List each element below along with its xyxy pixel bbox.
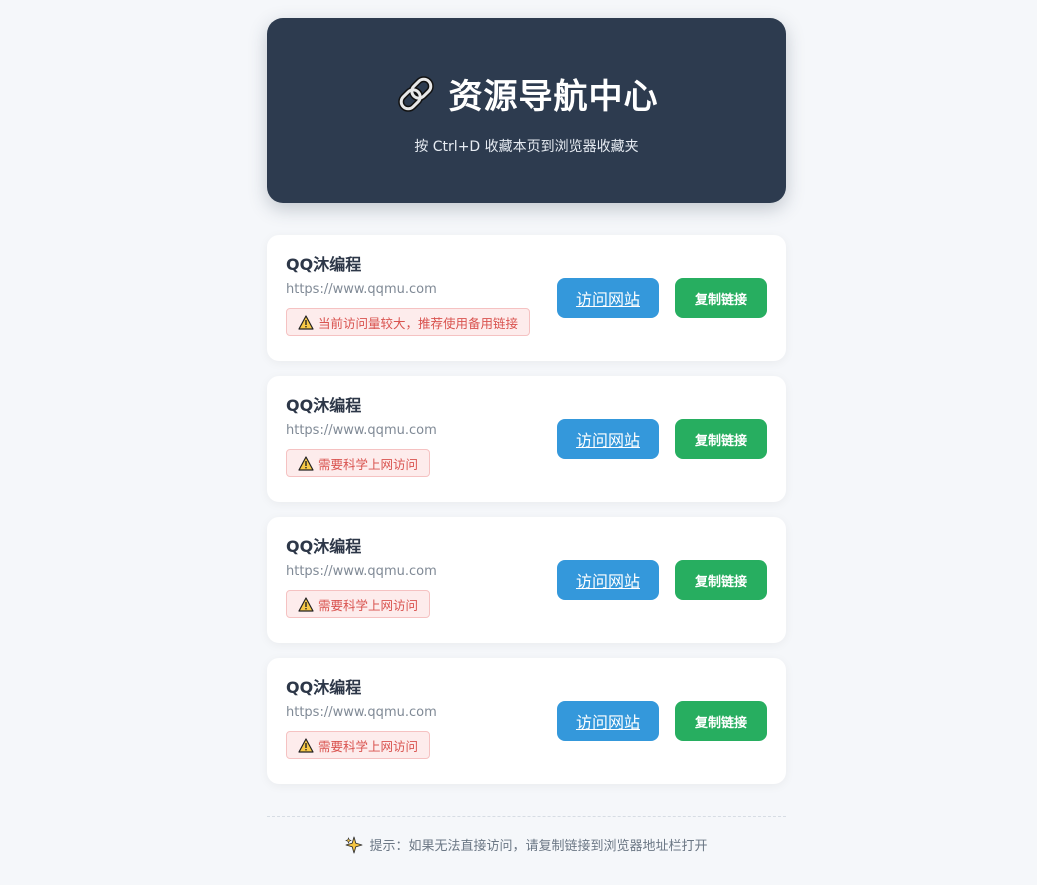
copy-link-button[interactable]: 复制链接 [675, 419, 767, 459]
copy-link-button[interactable]: 复制链接 [675, 278, 767, 318]
visit-website-button[interactable]: 访问网站 [557, 701, 659, 741]
visit-website-button[interactable]: 访问网站 [557, 419, 659, 459]
warning-icon [298, 737, 314, 753]
copy-link-button[interactable]: 复制链接 [675, 701, 767, 741]
warning-icon [298, 596, 314, 612]
warning-badge: 需要科学上网访问 [286, 590, 431, 618]
warning-icon [298, 455, 314, 471]
card-title: QQ沐编程 [286, 255, 362, 274]
page-subtitle: 按 Ctrl+D 收藏本页到浏览器收藏夹 [414, 139, 639, 155]
link-card: QQ沐编程 https://www.qqmu.com 当前访问量较大，推荐使用备… [267, 235, 786, 361]
card-actions: 访问网站 复制链接 [557, 419, 767, 459]
card-actions: 访问网站 复制链接 [557, 701, 767, 741]
copy-link-button[interactable]: 复制链接 [675, 560, 767, 600]
header-banner: 资源导航中心 按 Ctrl+D 收藏本页到浏览器收藏夹 [267, 18, 786, 203]
header-title-row: 资源导航中心 [395, 69, 659, 118]
link-icon [395, 73, 437, 115]
card-title: QQ沐编程 [286, 396, 362, 415]
warning-badge: 需要科学上网访问 [286, 449, 431, 477]
link-card: QQ沐编程 https://www.qqmu.com 需要科学上网访问 访问网站… [267, 517, 786, 643]
card-title: QQ沐编程 [286, 678, 362, 697]
warning-text: 需要科学上网访问 [318, 738, 419, 754]
warning-text: 需要科学上网访问 [318, 597, 419, 613]
footer-tip: 提示：如果无法直接访问，请复制链接到浏览器地址栏打开 [267, 816, 786, 854]
card-actions: 访问网站 复制链接 [557, 560, 767, 600]
visit-website-button[interactable]: 访问网站 [557, 560, 659, 600]
warning-text: 需要科学上网访问 [318, 456, 419, 472]
warning-icon [298, 314, 314, 330]
footer-tip-text: 提示：如果无法直接访问，请复制链接到浏览器地址栏打开 [369, 839, 708, 854]
warning-badge: 需要科学上网访问 [286, 731, 431, 759]
link-card: QQ沐编程 https://www.qqmu.com 需要科学上网访问 访问网站… [267, 376, 786, 502]
visit-website-button[interactable]: 访问网站 [557, 278, 659, 318]
link-card: QQ沐编程 https://www.qqmu.com 需要科学上网访问 访问网站… [267, 658, 786, 784]
warning-text: 当前访问量较大，推荐使用备用链接 [318, 315, 519, 331]
page-container: 资源导航中心 按 Ctrl+D 收藏本页到浏览器收藏夹 QQ沐编程 https:… [267, 18, 786, 854]
link-card-list: QQ沐编程 https://www.qqmu.com 当前访问量较大，推荐使用备… [267, 235, 786, 784]
card-actions: 访问网站 复制链接 [557, 278, 767, 318]
sparkle-icon [345, 836, 363, 854]
page-title: 资源导航中心 [448, 77, 659, 117]
card-title: QQ沐编程 [286, 537, 362, 556]
warning-badge: 当前访问量较大，推荐使用备用链接 [286, 308, 531, 336]
